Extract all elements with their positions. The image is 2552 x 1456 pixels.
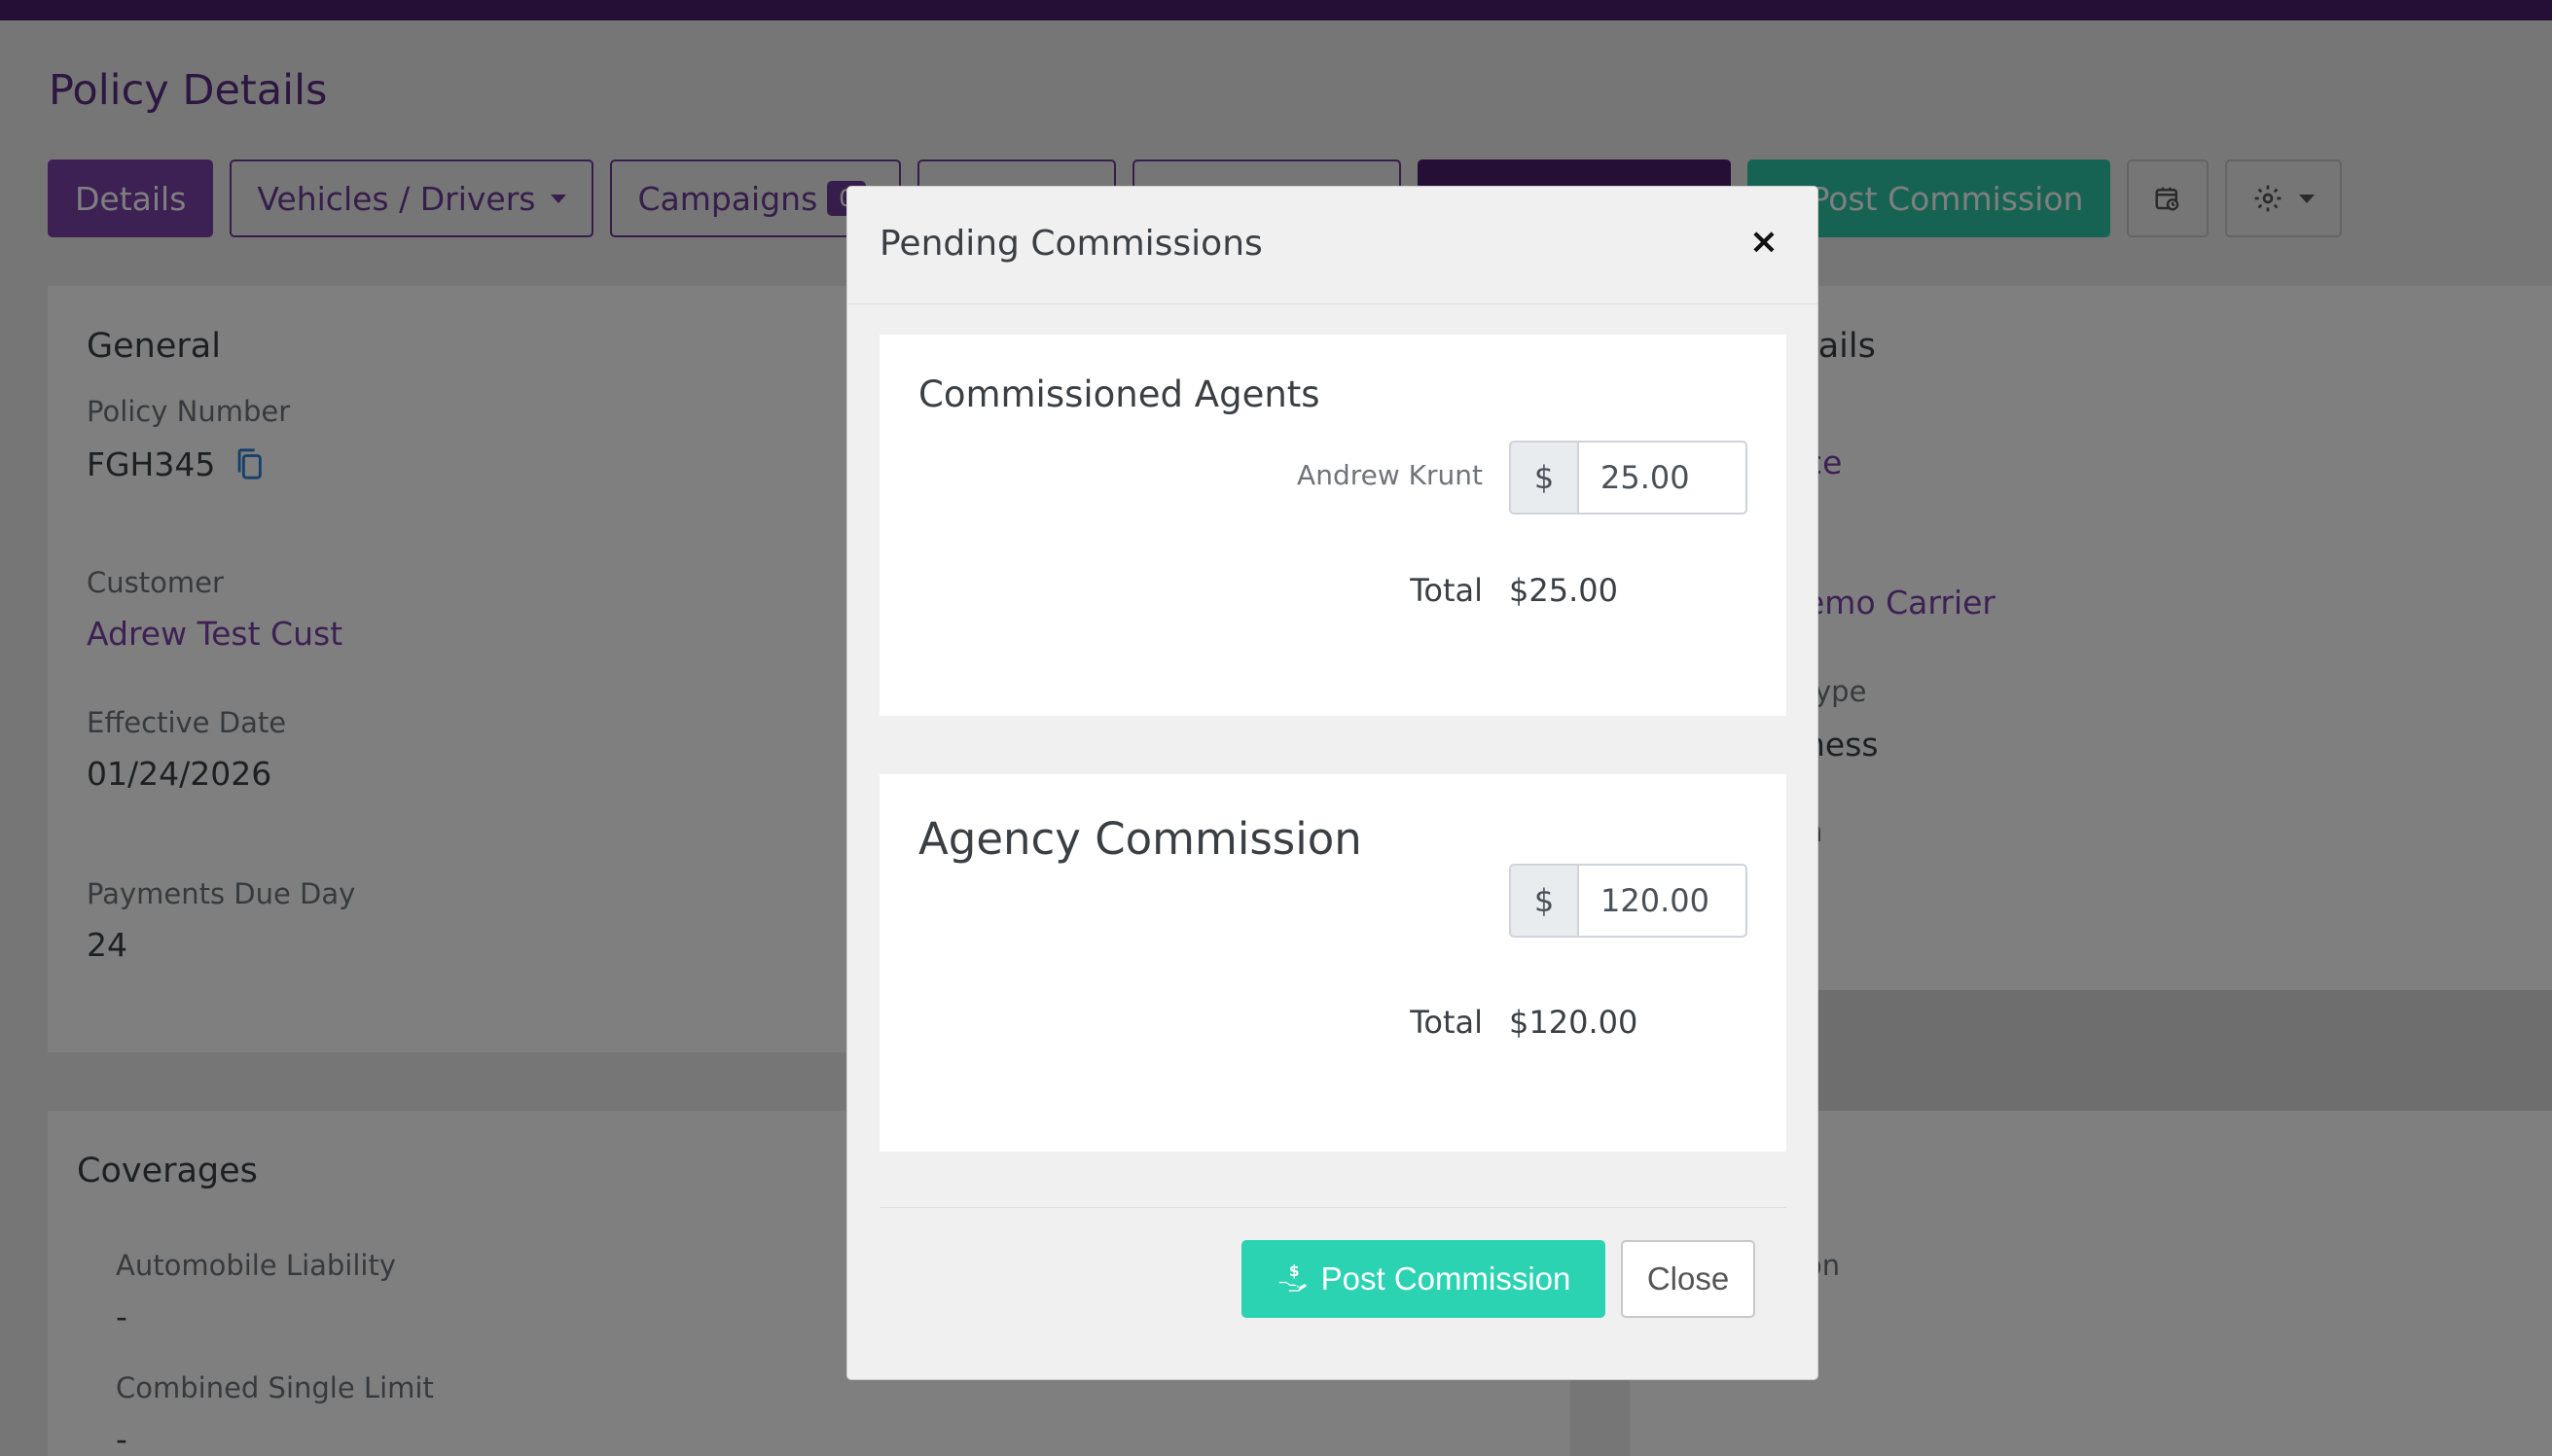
agency-commission-section: Agency Commission $ Total $120.00 <box>880 774 1786 1152</box>
agents-total-value: $25.00 <box>1509 572 1618 609</box>
modal-header: Pending Commissions × <box>847 187 1817 304</box>
agency-total-value: $120.00 <box>1509 1004 1638 1041</box>
agents-total-label: Total <box>1410 572 1483 609</box>
agent-name-label: Andrew Krunt <box>1297 459 1483 491</box>
agency-total-label: Total <box>1410 1004 1483 1041</box>
svg-text:$: $ <box>1288 1262 1299 1280</box>
currency-prefix: $ <box>1509 864 1577 938</box>
post-commission-label: Post Commission <box>1320 1261 1571 1296</box>
pending-commissions-modal: Pending Commissions × Commissioned Agent… <box>846 186 1818 1380</box>
hand-dollar-icon: $ <box>1278 1262 1307 1292</box>
close-icon[interactable]: × <box>1749 222 1779 262</box>
agent-amount-input[interactable] <box>1577 441 1747 515</box>
modal-footer-divider <box>880 1207 1786 1208</box>
agency-amount-input-group: $ <box>1509 864 1747 938</box>
agency-amount-input[interactable] <box>1577 864 1747 938</box>
currency-prefix: $ <box>1509 441 1577 515</box>
agent-amount-input-group: $ <box>1509 441 1747 515</box>
agency-commission-heading: Agency Commission <box>918 813 1362 865</box>
post-commission-button[interactable]: $ Post Commission <box>1241 1240 1605 1318</box>
close-button[interactable]: Close <box>1621 1240 1755 1318</box>
commissioned-agents-section: Commissioned Agents Andrew Krunt $ Total… <box>880 335 1786 716</box>
modal-title: Pending Commissions <box>880 224 1263 264</box>
commissioned-agents-heading: Commissioned Agents <box>918 373 1320 415</box>
